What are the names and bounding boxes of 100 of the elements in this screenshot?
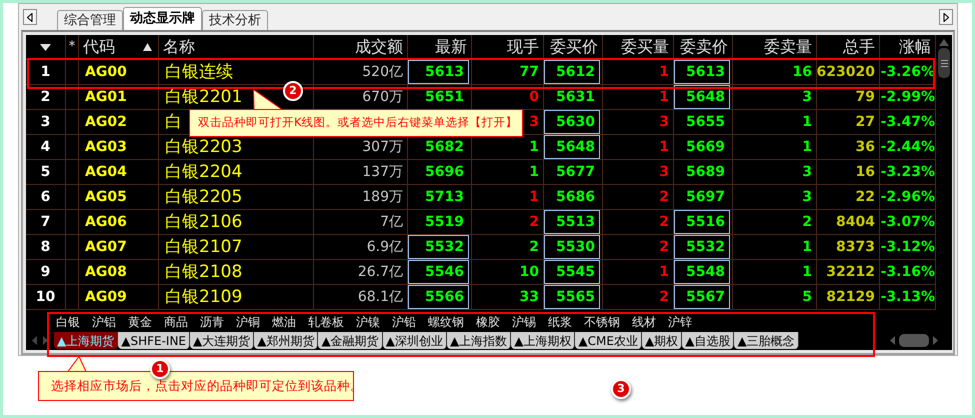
- table-cell: 白银2205: [165, 188, 242, 206]
- table-cell: 10: [36, 290, 56, 304]
- category-item[interactable]: 轧卷板: [308, 316, 344, 328]
- category-item[interactable]: 不锈钢: [584, 316, 620, 328]
- market-tab[interactable]: ▲上海期权: [511, 332, 576, 349]
- column-header[interactable]: 涨幅: [899, 35, 931, 59]
- category-item[interactable]: 沪锌: [668, 316, 692, 328]
- table-cell: 2: [659, 290, 669, 304]
- table-cell: 1: [802, 265, 812, 279]
- table-cell: -2.96%: [880, 190, 935, 204]
- table-cell: 68.1亿: [358, 290, 403, 304]
- table-cell: 22: [856, 190, 875, 204]
- column-header[interactable]: 最新: [435, 35, 467, 59]
- table-cell: -2.44%: [880, 140, 935, 154]
- table-cell: 白银2203: [165, 138, 242, 156]
- table-cell: 6: [40, 190, 50, 204]
- category-item[interactable]: 线材: [632, 316, 656, 328]
- price-cell: 5516: [674, 210, 730, 234]
- market-tab[interactable]: ▲上海期货: [54, 332, 118, 349]
- table-cell: -2.99%: [880, 90, 935, 104]
- category-item[interactable]: 黄金: [128, 316, 152, 328]
- tab[interactable]: 动态显示牌: [123, 7, 202, 30]
- table-cell: 520亿: [362, 65, 403, 79]
- table-cell: -3.47%: [880, 115, 935, 129]
- price-cell-text: 5651: [424, 88, 465, 107]
- category-item[interactable]: 商品: [164, 316, 188, 328]
- category-item[interactable]: 沥青: [200, 316, 224, 328]
- column-header[interactable]: 现手: [507, 35, 539, 59]
- category-item[interactable]: 沪铝: [92, 316, 116, 328]
- tab[interactable]: 技术分析: [202, 10, 268, 30]
- market-tab[interactable]: ▲CME农业: [575, 332, 642, 349]
- table-cell: 32212: [826, 265, 875, 279]
- scroll-right-button[interactable]: [939, 9, 953, 25]
- market-tab[interactable]: ▲上海指数: [446, 332, 512, 349]
- table-cell: 8: [40, 240, 50, 254]
- price-cell: 5566: [408, 285, 469, 309]
- table-cell: AG04: [85, 165, 127, 179]
- dropdown-arrow-icon[interactable]: [40, 44, 51, 50]
- column-header[interactable]: 代码: [83, 35, 115, 59]
- up-arrow-icon[interactable]: [939, 39, 949, 46]
- table-cell: 3: [529, 115, 539, 129]
- price-cell: 5545: [544, 260, 600, 284]
- table-cell: 79: [856, 90, 875, 104]
- category-item[interactable]: 沪镍: [356, 316, 380, 328]
- market-tab[interactable]: ▲郑州期货: [254, 332, 318, 349]
- table-cell: AG07: [85, 240, 127, 254]
- table-cell: 2: [659, 215, 669, 229]
- market-tab[interactable]: ▲大连期货: [190, 332, 254, 349]
- market-tab[interactable]: ▲SHFE-INE: [118, 332, 190, 349]
- table-cell: 2: [802, 215, 812, 229]
- category-item[interactable]: 纸浆: [548, 316, 572, 328]
- table-cell: 33: [520, 290, 539, 304]
- category-item[interactable]: 白银: [56, 316, 80, 328]
- scroll-thumb[interactable]: [938, 48, 950, 78]
- price-cell: 5532: [408, 235, 469, 259]
- right-triangle-icon: [943, 12, 949, 22]
- column-header[interactable]: 委买量: [621, 35, 669, 59]
- table-cell: 白银2204: [165, 164, 242, 180]
- table-cell: 1: [802, 140, 812, 154]
- column-header[interactable]: 成交额: [355, 35, 403, 59]
- market-tab[interactable]: ▲自选股: [682, 332, 734, 349]
- market-tab[interactable]: ▲期权: [642, 332, 682, 349]
- category-item[interactable]: 燃油: [272, 316, 296, 328]
- right-triangle-icon: [933, 336, 938, 345]
- price-cell-text: 5677: [555, 163, 596, 182]
- price-cell-text: 5631: [555, 88, 596, 107]
- market-tab[interactable]: ▲深圳创业: [382, 332, 447, 349]
- price-cell-text: 5697: [685, 188, 726, 207]
- scroll-left-button[interactable]: [23, 9, 37, 25]
- category-item[interactable]: 沪锡: [512, 316, 536, 328]
- column-header[interactable]: 名称: [163, 35, 195, 59]
- price-cell: 5630: [544, 110, 600, 134]
- column-header[interactable]: 委卖量: [764, 35, 812, 59]
- table-cell: AG09: [85, 290, 127, 304]
- right-triangle-icon[interactable]: [43, 336, 48, 345]
- column-header[interactable]: 总手: [843, 35, 875, 59]
- table-cell: AG05: [85, 190, 127, 204]
- category-item[interactable]: 螺纹钢: [428, 316, 464, 328]
- market-tab[interactable]: ▲三胎概念: [734, 332, 799, 349]
- category-item[interactable]: 橡胶: [476, 316, 500, 328]
- price-cell: 5648: [544, 135, 600, 159]
- table-cell: 2: [40, 90, 50, 104]
- price-cell-text: 5713: [424, 188, 465, 207]
- market-tab[interactable]: ▲金融期货: [318, 332, 383, 349]
- column-header[interactable]: 委买价: [550, 35, 598, 59]
- table-cell: 白: [165, 114, 182, 130]
- category-item[interactable]: 沪铜: [236, 316, 260, 328]
- table-cell: 5: [802, 290, 812, 304]
- category-item[interactable]: 沪铅: [392, 316, 416, 328]
- table-cell: -3.12%: [880, 240, 935, 254]
- table-cell: 0: [529, 90, 539, 104]
- tab[interactable]: 综合管理: [57, 10, 123, 30]
- column-header[interactable]: 委卖价: [680, 35, 728, 59]
- callout-text: 双击品种即可打开K线图。或者选中后右键菜单选择【打开】: [198, 114, 518, 132]
- table-cell: 白银连续: [165, 64, 233, 80]
- table-cell: -3.16%: [880, 265, 935, 279]
- price-cell: 5613: [408, 60, 469, 84]
- number-badge: 1: [150, 359, 170, 379]
- column-header[interactable]: *: [68, 37, 76, 56]
- table-cell: 3: [659, 115, 669, 129]
